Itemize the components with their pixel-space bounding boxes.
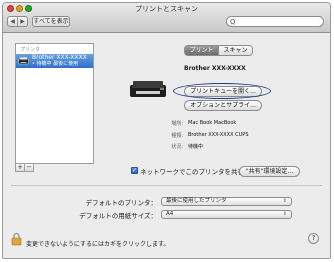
default-paper-popup[interactable]: A4 ⇕ — [161, 210, 292, 219]
location-label: 場所: — [171, 121, 183, 127]
printer-list: プリンタ Brother XXX-XXXX • 待機中 最後に使用 — [15, 43, 94, 164]
printer-list-item[interactable]: Brother XXX-XXXX • 待機中 最後に使用 — [16, 54, 93, 68]
sharing-preferences-button[interactable]: "共有"環境設定... — [239, 166, 300, 177]
window-title: プリントとスキャン — [135, 5, 198, 13]
printer-icon — [18, 57, 29, 65]
kind-label: 種類: — [171, 133, 183, 139]
tab-print[interactable]: プリント — [185, 46, 218, 55]
divider — [11, 185, 322, 186]
printer-list-header: プリンタ — [20, 47, 41, 53]
highlight-ring — [173, 83, 271, 99]
tab-scan[interactable]: スキャン — [218, 46, 252, 55]
back-icon[interactable]: ◀ — [8, 17, 18, 26]
remove-printer-button[interactable]: − — [25, 164, 33, 171]
lock-icon[interactable] — [11, 232, 22, 246]
default-paper-value: A4 — [166, 211, 174, 217]
default-printer-value: 最後に使用したプリンタ — [166, 198, 227, 204]
print-scan-tabs: プリント スキャン — [184, 45, 253, 56]
printer-model-name: Brother XXX-XXXX — [184, 65, 246, 72]
search-icon: Q — [230, 18, 236, 26]
default-paper-label: デフォルトの用紙サイズ： — [79, 212, 157, 220]
kind-value: Brother XXX-XXXX CUPS — [188, 132, 249, 138]
status-value: 待機中 — [188, 144, 204, 150]
search-field[interactable]: Q — [226, 16, 324, 27]
options-supplies-button[interactable]: オプションとサプライ... — [184, 100, 262, 111]
default-printer-label: デフォルトのプリンタ： — [85, 199, 158, 207]
share-printer-label: ネットワークでこのプリンタを共有 — [140, 168, 244, 176]
status-label: 状況: — [171, 144, 183, 150]
location-value: Mac Book MacBook — [188, 120, 237, 126]
title-bar: プリントとスキャン ◀ ▶ すべてを表示 Q — [3, 3, 330, 33]
forward-icon[interactable]: ▶ — [18, 17, 27, 26]
printer-list-item-name: Brother XXX-XXXX — [32, 54, 87, 61]
popup-arrows-icon: ⇕ — [282, 198, 287, 204]
popup-arrows-icon: ⇕ — [282, 211, 287, 217]
add-printer-button[interactable]: + — [16, 164, 25, 171]
lock-message: 変更できないようにするにはカギをクリックします。 — [26, 241, 170, 248]
add-remove-control: + − — [15, 163, 34, 172]
share-printer-checkbox[interactable]: ✓ — [131, 167, 138, 174]
print-scan-window: プリントとスキャン ◀ ▶ すべてを表示 Q プリンタ Brother XXX-… — [2, 2, 331, 259]
printer-list-item-status: • 待機中 最後に使用 — [32, 61, 79, 67]
default-printer-popup[interactable]: 最後に使用したプリンタ ⇕ — [161, 197, 292, 206]
show-all-button[interactable]: すべてを表示 — [32, 16, 70, 27]
nav-buttons: ◀ ▶ — [7, 16, 28, 27]
printer-image — [130, 81, 166, 97]
help-button[interactable]: ? — [308, 233, 319, 244]
